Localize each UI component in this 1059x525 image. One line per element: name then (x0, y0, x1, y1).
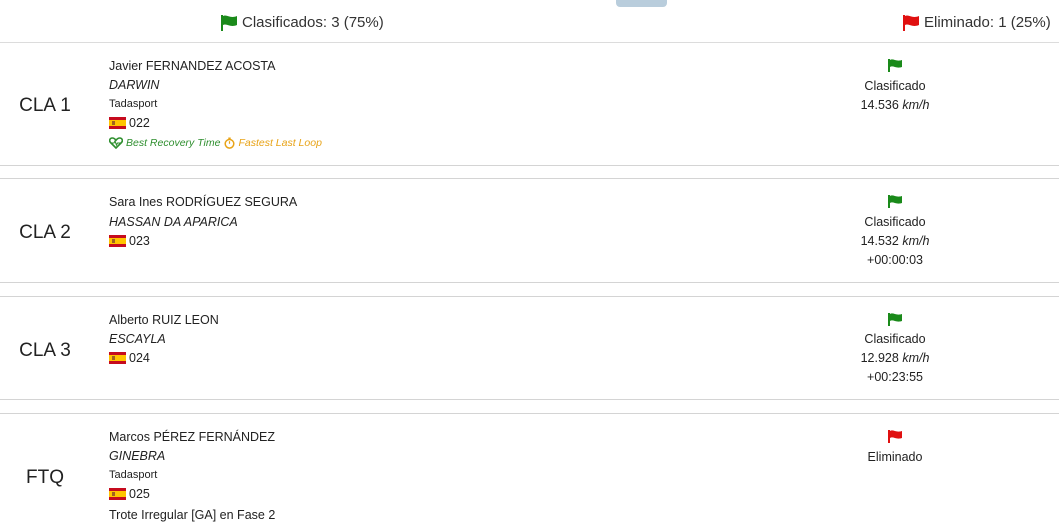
ranking-position: CLA 3 (19, 340, 71, 361)
elimination-reason: Trote Irregular [GA] en Fase 2 (109, 508, 276, 522)
best-recovery-badge: Best Recovery Time (109, 135, 220, 151)
fastest-loop-label: Fastest Last Loop (238, 137, 322, 149)
speed-number: 14.532 (860, 234, 899, 248)
rider-name: Sara Ines RODRÍGUEZ SEGURA (109, 195, 298, 209)
status-label: Clasificado (864, 332, 926, 346)
award-badges: Best Recovery Time Fastest Last Loop (109, 135, 322, 151)
spain-flag-icon (109, 235, 126, 247)
spain-flag-icon (109, 488, 126, 500)
ranking-position: CLA 1 (19, 95, 71, 116)
speed-value: 14.536 km/h (835, 97, 955, 113)
rider-name: Alberto RUIZ LEON (109, 313, 219, 327)
green-flag-icon (221, 14, 239, 31)
bib-value: 025 (129, 487, 150, 501)
best-recovery-label: Best Recovery Time (126, 137, 221, 149)
row-divider (0, 282, 1059, 283)
ranking-position: FTQ (26, 467, 64, 488)
eliminated-count: Eliminado: 1 (25%) (924, 14, 1051, 31)
speed-unit: km/h (902, 234, 930, 248)
time-gap: +00:23:55 (867, 370, 923, 384)
team-name: Tadasport (109, 98, 158, 110)
stopwatch-icon (224, 137, 235, 149)
ranking-position: CLA 2 (19, 222, 71, 243)
bib-value: 022 (129, 116, 150, 130)
bib-value: 023 (129, 234, 150, 248)
speed-value: 12.928 km/h (835, 350, 955, 366)
red-flag-icon (903, 14, 921, 31)
status-label: Eliminado (867, 450, 923, 464)
horse-name: ESCAYLA (109, 332, 166, 346)
result-row[interactable]: CLA 2 Sara Ines RODRÍGUEZ SEGURA HASSAN … (0, 179, 1059, 282)
horse-name: HASSAN DA APARICA (109, 215, 238, 229)
results-summary-bar: Clasificados: 3 (75%) Eliminado: 1 (25%) (0, 0, 1059, 43)
status-label: Clasificado (864, 79, 926, 93)
speed-value: 14.532 km/h (835, 233, 955, 249)
status-label: Clasificado (864, 215, 926, 229)
bib-number: 025 (109, 486, 150, 502)
row-divider (0, 165, 1059, 166)
green-flag-icon (888, 195, 903, 213)
time-gap: +00:00:03 (867, 253, 923, 267)
bib-number: 024 (109, 350, 150, 366)
fastest-loop-badge: Fastest Last Loop (224, 135, 322, 151)
result-row[interactable]: FTQ Marcos PÉREZ FERNÁNDEZ GINEBRA Tadas… (0, 414, 1059, 525)
rider-name: Javier FERNANDEZ ACOSTA (109, 59, 276, 73)
speed-number: 12.928 (860, 351, 899, 365)
team-name: Tadasport (109, 469, 158, 481)
horse-name: DARWIN (109, 78, 160, 92)
row-divider (0, 399, 1059, 400)
qualified-summary: Clasificados: 3 (75%) (221, 14, 384, 31)
result-row[interactable]: CLA 1 Javier FERNANDEZ ACOSTA DARWIN Tad… (0, 43, 1059, 165)
spain-flag-icon (109, 117, 126, 129)
qualified-count: Clasificados: 3 (75%) (242, 14, 384, 31)
green-flag-icon (888, 59, 903, 77)
bib-number: 023 (109, 233, 150, 249)
eliminated-summary: Eliminado: 1 (25%) (903, 14, 1051, 31)
speed-unit: km/h (902, 98, 930, 112)
heart-pulse-icon (109, 137, 123, 149)
spain-flag-icon (109, 352, 126, 364)
bib-value: 024 (129, 351, 150, 365)
rider-name: Marcos PÉREZ FERNÁNDEZ (109, 430, 275, 444)
speed-number: 14.536 (860, 98, 899, 112)
red-flag-icon (888, 430, 903, 448)
green-flag-icon (888, 313, 903, 331)
horse-name: GINEBRA (109, 449, 166, 463)
result-row[interactable]: CLA 3 Alberto RUIZ LEON ESCAYLA 024 Clas… (0, 297, 1059, 399)
speed-unit: km/h (902, 351, 930, 365)
bib-number: 022 (109, 115, 150, 131)
